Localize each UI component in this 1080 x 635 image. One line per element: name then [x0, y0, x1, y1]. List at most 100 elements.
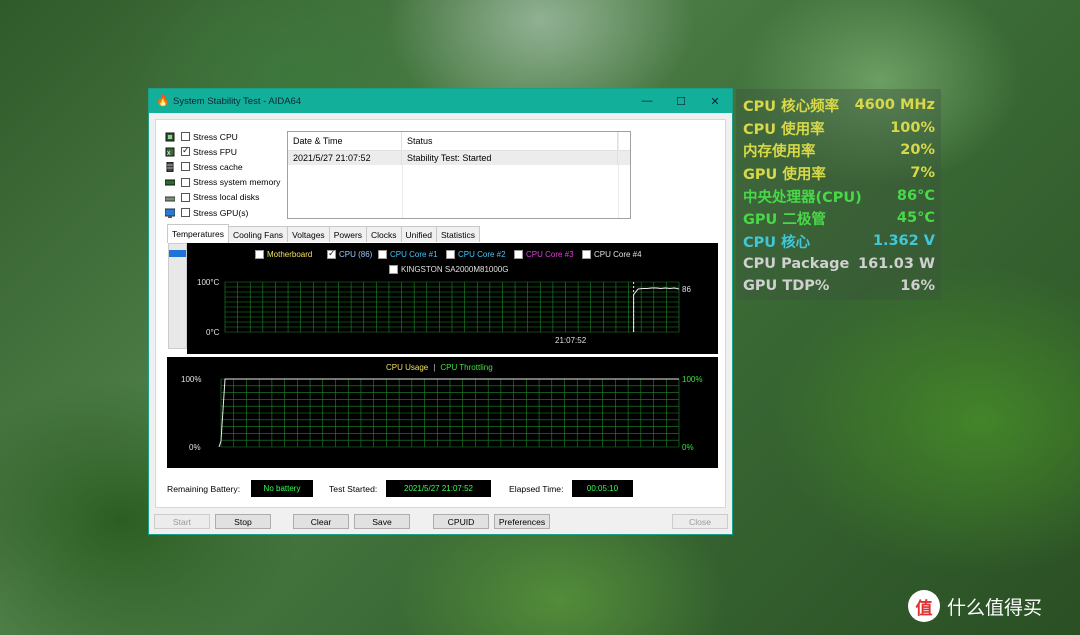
overlay-row-cpu-temp: 中央处理器(CPU) 86°C	[743, 185, 935, 207]
overlay-row-cpu-package: CPU Package 161.03 W	[743, 253, 935, 275]
stress-cpu-label: Stress CPU	[193, 131, 238, 142]
stress-disks-option[interactable]: Stress local disks	[164, 190, 280, 205]
brand-logo-icon: 值	[908, 590, 940, 622]
stress-cache-label: Stress cache	[193, 161, 243, 172]
y-tick-left-max: 100%	[181, 375, 201, 384]
stop-button[interactable]: Stop	[215, 514, 271, 529]
column-divider	[402, 150, 403, 218]
test-started-label: Test Started:	[329, 484, 378, 494]
start-button[interactable]: Start	[154, 514, 210, 529]
overlay-row-cpu-core-voltage: CPU 核心 1.362 V	[743, 230, 935, 252]
cpu-temperature-line	[633, 287, 680, 332]
memory-icon	[164, 177, 175, 188]
overlay-label: GPU 使用率	[743, 166, 826, 183]
battery-value: No battery	[251, 480, 313, 497]
aida64-window: 🔥 System Stability Test - AIDA64 — ☐ ✕ S…	[148, 88, 733, 535]
overlay-row-memory-usage: 内存使用率 20%	[743, 139, 935, 161]
overlay-value: 7%	[910, 165, 935, 181]
stress-cpu-option[interactable]: Stress CPU	[164, 129, 280, 144]
y-tick-right-max: 100%	[682, 375, 702, 384]
stress-cache-option[interactable]: Stress cache	[164, 159, 280, 174]
cpu-usage-chart: CPU Usage | CPU Throttling 100% 0% 100% …	[167, 357, 718, 468]
row-date-time: 2021/5/27 21:07:52	[288, 151, 402, 165]
title-bar[interactable]: 🔥 System Stability Test - AIDA64 — ☐ ✕	[149, 89, 732, 113]
svg-text:x: x	[167, 150, 171, 157]
cpuid-button[interactable]: CPUID	[433, 514, 489, 529]
minimize-button[interactable]: —	[630, 95, 664, 107]
stress-gpu-checkbox[interactable]	[181, 208, 190, 218]
sensor-list-scrollbar[interactable]	[168, 243, 187, 349]
temperature-grid	[224, 281, 680, 333]
y-tick-label-max: 100°C	[197, 278, 220, 287]
overlay-value: 86°C	[896, 188, 935, 204]
overlay-value: 45°C	[896, 210, 935, 226]
stress-fpu-label: Stress FPU	[193, 146, 237, 157]
clear-button[interactable]: Clear	[293, 514, 349, 529]
last-value-label: 86	[682, 285, 691, 294]
overlay-row-gpu-tdp: GPU TDP% 16%	[743, 275, 935, 297]
overlay-label: CPU 核心频率	[743, 98, 840, 115]
selected-sensor-marker[interactable]	[169, 250, 186, 257]
tab-unified[interactable]: Unified	[400, 226, 438, 242]
test-started-value: 2021/5/27 21:07:52	[386, 480, 491, 497]
overlay-row-gpu-usage: GPU 使用率 7%	[743, 162, 935, 184]
overlay-label: CPU 使用率	[743, 121, 825, 138]
overlay-value: 20%	[900, 142, 935, 158]
tab-statistics[interactable]: Statistics	[436, 226, 481, 242]
cpu-icon	[164, 131, 175, 142]
stress-memory-option[interactable]: Stress system memory	[164, 175, 280, 190]
close-button[interactable]: Close	[672, 514, 728, 529]
battery-label: Remaining Battery:	[167, 484, 241, 494]
stress-memory-checkbox[interactable]	[181, 177, 190, 187]
usage-grid	[220, 378, 680, 448]
column-divider	[618, 132, 619, 218]
tab-powers[interactable]: Powers	[328, 226, 368, 242]
elapsed-time-label: Elapsed Time:	[509, 484, 564, 494]
overlay-label: CPU Package	[743, 256, 850, 272]
stress-fpu-option[interactable]: x Stress FPU	[164, 144, 280, 159]
tab-cooling-fans[interactable]: Cooling Fans	[227, 226, 289, 242]
save-button[interactable]: Save	[354, 514, 410, 529]
close-window-button[interactable]: ✕	[698, 95, 732, 108]
stress-disks-label: Stress local disks	[193, 192, 260, 203]
overlay-label: GPU TDP%	[743, 278, 830, 294]
disk-icon	[164, 192, 175, 203]
overlay-label: GPU 二极管	[743, 211, 826, 228]
overlay-label: 中央处理器(CPU)	[743, 189, 862, 206]
maximize-button[interactable]: ☐	[664, 95, 698, 108]
usage-plot: 100% 0% 100% 0%	[181, 375, 702, 452]
monitor-icon	[164, 207, 175, 218]
tab-clocks[interactable]: Clocks	[366, 226, 402, 242]
stress-fpu-checkbox[interactable]	[181, 145, 190, 157]
stress-cpu-checkbox[interactable]	[181, 132, 190, 142]
tab-voltages[interactable]: Voltages	[287, 226, 330, 242]
y-tick-left-min: 0%	[189, 443, 201, 452]
elapsed-time-value: 00:05:10	[572, 480, 633, 497]
column-status[interactable]: Status	[402, 132, 618, 150]
stress-cache-checkbox[interactable]	[181, 162, 190, 172]
status-table[interactable]: Date & Time Status 2021/5/27 21:07:52 St…	[287, 131, 631, 219]
stress-gpu-label: Stress GPU(s)	[193, 207, 249, 218]
overlay-row-cpu-clock: CPU 核心频率 4600 MHz	[743, 94, 935, 116]
tab-temperatures[interactable]: Temperatures	[167, 224, 229, 243]
row-status: Stability Test: Started	[402, 151, 618, 165]
y-tick-right-min: 0%	[682, 443, 694, 452]
overlay-value: 100%	[890, 120, 935, 136]
table-row[interactable]: 2021/5/27 21:07:52 Stability Test: Start…	[288, 151, 630, 165]
temperature-plot: 100°C 0°C 21:07:52 86	[197, 278, 691, 345]
preferences-button[interactable]: Preferences	[494, 514, 550, 529]
cache-icon	[164, 161, 175, 172]
brand-text: 什么值得买	[947, 596, 1043, 619]
y-tick-label-min: 0°C	[206, 328, 220, 337]
stress-disks-checkbox[interactable]	[181, 192, 190, 202]
status-table-header: Date & Time Status	[288, 132, 630, 151]
stress-gpu-option[interactable]: Stress GPU(s)	[164, 205, 280, 220]
stress-options: Stress CPU x Stress FPU Stress cache Str…	[164, 129, 280, 220]
fpu-icon: x	[164, 146, 175, 157]
overlay-row-cpu-usage: CPU 使用率 100%	[743, 117, 935, 139]
window-title: System Stability Test - AIDA64	[173, 95, 302, 107]
overlay-label: CPU 核心	[743, 234, 811, 251]
main-panel: Stress CPU x Stress FPU Stress cache Str…	[155, 119, 726, 508]
overlay-value: 16%	[900, 278, 935, 294]
column-date-time[interactable]: Date & Time	[288, 132, 402, 150]
